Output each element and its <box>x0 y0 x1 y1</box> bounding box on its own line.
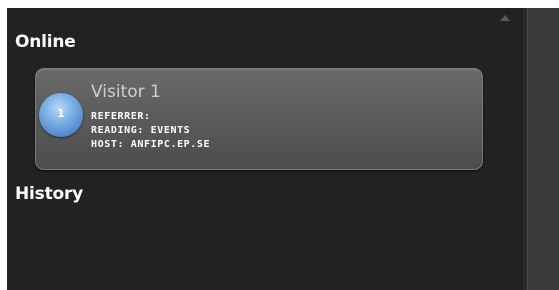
online-section-title: Online <box>15 32 76 52</box>
visitor-avatar-number: 1 <box>57 107 65 120</box>
visitor-avatar: 1 <box>39 93 83 137</box>
visitor-card[interactable]: 1 Visitor 1 REFERRER: READING: EVENTS HO… <box>35 68 483 170</box>
scroll-up-arrow-icon[interactable] <box>500 15 510 21</box>
visitors-window: Online 1 Visitor 1 REFERRER: READING: EV… <box>0 0 559 290</box>
history-section-title: History <box>15 184 84 204</box>
right-pane <box>527 8 559 290</box>
visitor-referrer: REFERRER: <box>91 111 151 122</box>
visitor-host: HOST: ANFIPC.EP.SE <box>91 139 211 150</box>
visitor-name: Visitor 1 <box>91 82 161 102</box>
visitor-reading: READING: EVENTS <box>91 125 191 136</box>
visitors-panel: Online 1 Visitor 1 REFERRER: READING: EV… <box>7 8 523 290</box>
